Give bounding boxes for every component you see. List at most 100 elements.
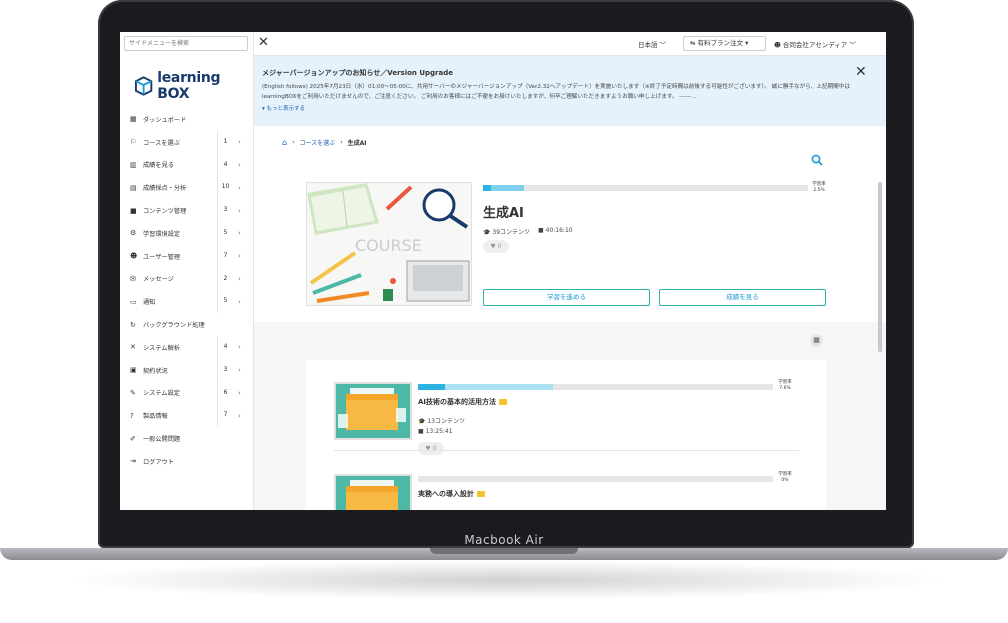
course-progress-fill <box>483 185 492 191</box>
sidebar-item-count: 5 <box>217 290 233 314</box>
sidebar-item[interactable]: ▥ 成績を見る 4 › <box>120 153 254 177</box>
like-button[interactable]: ♥ 0 <box>418 442 444 455</box>
item-contents: 🎓 13コンテンツ <box>418 418 466 425</box>
sidebar-item-icon: ▣ <box>130 366 137 375</box>
chevron-right-icon[interactable]: › <box>238 412 241 420</box>
close-sidebar-icon[interactable]: ✕ <box>258 35 269 51</box>
chevron-right-icon[interactable]: › <box>238 389 241 397</box>
sidebar-item[interactable]: ☻ ユーザー管理 7 › <box>120 244 254 268</box>
item-title[interactable]: AI技術の基本的活用方法 <box>418 397 508 407</box>
chevron-right-icon[interactable]: › <box>238 138 241 146</box>
course-image-text: COURSE <box>355 236 422 255</box>
notice-more-link[interactable]: ▾ もっと表示する <box>262 104 305 112</box>
sidebar-item-icon: ✐ <box>130 434 136 443</box>
chevron-right-icon[interactable]: › <box>238 207 241 215</box>
folder-icon <box>477 491 485 497</box>
sidebar-item[interactable]: ↻ バックグラウンド処理 <box>120 313 254 336</box>
breadcrumb-separator: › <box>292 139 295 146</box>
sidebar-item-label: ダッシュボード <box>143 116 187 124</box>
item-title[interactable]: 実務への導入設計 <box>418 489 485 499</box>
sidebar-item-count: 1 <box>217 130 233 154</box>
sidebar-item-icon: ↻ <box>130 320 136 329</box>
sidebar-item[interactable]: ✐ 一般公開問題 <box>120 427 254 450</box>
sidebar-item-icon: ? <box>130 411 134 420</box>
chevron-right-icon[interactable]: › <box>238 366 241 374</box>
paid-plan-button[interactable]: ⇆ 有料プラン注文 ▾ <box>683 36 766 51</box>
course-item-list: 学習率 7.6% AI技術の基本的活用方法 🎓 13コンテンツ ■ 13:25:4… <box>306 360 826 510</box>
course-items-section: ▦ 学習率 7.6% AI技術の基本的活用方法 🎓 13コンテンツ ■ 13:2… <box>254 322 886 510</box>
item-thumbnail <box>334 382 412 440</box>
sidebar-item[interactable]: ▦ ダッシュボード <box>120 108 254 131</box>
sidebar-item[interactable]: ? 製品情報 7 › <box>120 404 254 428</box>
main-content: ⌂ › コースを選ぶ › 生成AI COURSE 学習率 2.5% 生成AI 🎓… <box>254 126 886 510</box>
sidebar-item-icon: ✕ <box>130 343 136 352</box>
grid-view-icon[interactable]: ▦ <box>810 334 823 347</box>
sidebar-item[interactable]: ⇥ ログアウト <box>120 450 254 473</box>
language-selector[interactable]: 日本語 ﹀ <box>638 39 666 49</box>
chevron-right-icon[interactable]: › <box>238 184 241 192</box>
sidebar-search-input[interactable] <box>124 36 248 51</box>
folder-illustration-icon <box>346 480 398 510</box>
device-label: Macbook Air <box>464 533 544 547</box>
sidebar-item-label: バックグラウンド処理 <box>143 322 205 330</box>
scrollbar[interactable] <box>878 182 882 352</box>
notice-title: メジャーバージョンアップのお知らせ／Version Upgrade <box>262 69 453 77</box>
folder-icon <box>499 399 508 405</box>
sidebar-item[interactable]: ✕ システム解析 4 › <box>120 335 254 359</box>
sidebar-item[interactable]: ⚙ 学習環境設定 5 › <box>120 221 254 245</box>
sidebar-item-icon: ■ <box>130 206 137 215</box>
chevron-right-icon[interactable]: › <box>238 161 241 169</box>
item-divider <box>334 450 799 451</box>
notice-banner: メジャーバージョンアップのお知らせ／Version Upgrade (Engli… <box>254 56 886 126</box>
sidebar-item[interactable]: ■ コンテンツ管理 3 › <box>120 199 254 222</box>
sidebar-item-count: 5 <box>217 221 233 245</box>
screen: learning BOX ▦ダッシュボード⚐コースを選ぶ1›▥成績を見る4›▤成… <box>120 32 886 510</box>
logo[interactable]: learning BOX <box>134 70 253 102</box>
sidebar-item[interactable]: ✎ システム設定 6 › <box>120 381 254 405</box>
course-meta: 🎓 39コンテンツ ■ 40:16:10 <box>483 227 573 236</box>
chevron-right-icon[interactable]: › <box>238 229 241 237</box>
laptop-notch <box>430 548 578 554</box>
logo-text: learning BOX <box>157 70 221 102</box>
start-learning-button[interactable]: 学習を進める <box>483 289 650 306</box>
breadcrumb: ⌂ › コースを選ぶ › 生成AI <box>282 138 366 147</box>
sidebar-item-icon: ⚐ <box>130 138 137 147</box>
sidebar-item-icon: ✎ <box>130 388 136 397</box>
item-rate: 学習率 7.6% <box>778 380 792 391</box>
user-menu[interactable]: ☻ 合同会社アセンディア ﹀ <box>774 39 856 49</box>
search-icon[interactable] <box>811 154 823 166</box>
item-progress-bar <box>418 384 773 390</box>
course-card: COURSE 学習率 2.5% 生成AI 🎓 39コンテンツ ■ 40:16:10… <box>306 182 826 306</box>
chevron-right-icon[interactable]: › <box>238 343 241 351</box>
sidebar-item-icon: ▤ <box>130 183 137 192</box>
sidebar-item-count: 4 <box>217 153 233 177</box>
topbar: ✕ 日本語 ﹀ ⇆ 有料プラン注文 ▾ ☻ 合同会社アセンディア ﹀ <box>254 32 886 56</box>
sidebar-item-count: 2 <box>217 267 233 291</box>
chevron-right-icon[interactable]: › <box>238 275 241 283</box>
video-camera-icon: ■ <box>538 227 544 234</box>
sidebar-item-icon: ▭ <box>130 297 137 306</box>
laptop-shadow <box>60 560 950 600</box>
sidebar-item-count: 7 <box>217 404 233 428</box>
sidebar-item[interactable]: ▣ 契約状況 3 › <box>120 358 254 382</box>
sidebar-item[interactable]: ▭ 通知 5 › <box>120 290 254 314</box>
chevron-right-icon[interactable]: › <box>238 298 241 306</box>
item-progress-fill <box>418 384 445 390</box>
item-thumbnail <box>334 474 412 510</box>
notice-close-icon[interactable]: ✕ <box>855 64 867 80</box>
view-grades-button[interactable]: 成績を見る <box>659 289 826 306</box>
sidebar-item[interactable]: ✉ メッセージ 2 › <box>120 267 254 291</box>
home-icon[interactable]: ⌂ <box>282 138 287 147</box>
sidebar: learning BOX ▦ダッシュボード⚐コースを選ぶ1›▥成績を見る4›▤成… <box>120 32 254 510</box>
chevron-right-icon[interactable]: › <box>238 252 241 260</box>
course-image: COURSE <box>306 182 472 306</box>
graduation-cap-icon: 🎓 <box>418 418 426 425</box>
like-button[interactable]: ♥ 0 <box>483 240 509 253</box>
breadcrumb-current: 生成AI <box>347 140 367 147</box>
sidebar-item-count: 10 <box>217 176 233 200</box>
logo-cube-icon <box>134 76 153 96</box>
sidebar-item-count: 6 <box>217 381 233 405</box>
breadcrumb-link-courses[interactable]: コースを選ぶ <box>299 138 335 147</box>
sidebar-item[interactable]: ▤ 成績採点・分析 10 › <box>120 176 254 200</box>
sidebar-item[interactable]: ⚐ コースを選ぶ 1 › <box>120 130 254 154</box>
